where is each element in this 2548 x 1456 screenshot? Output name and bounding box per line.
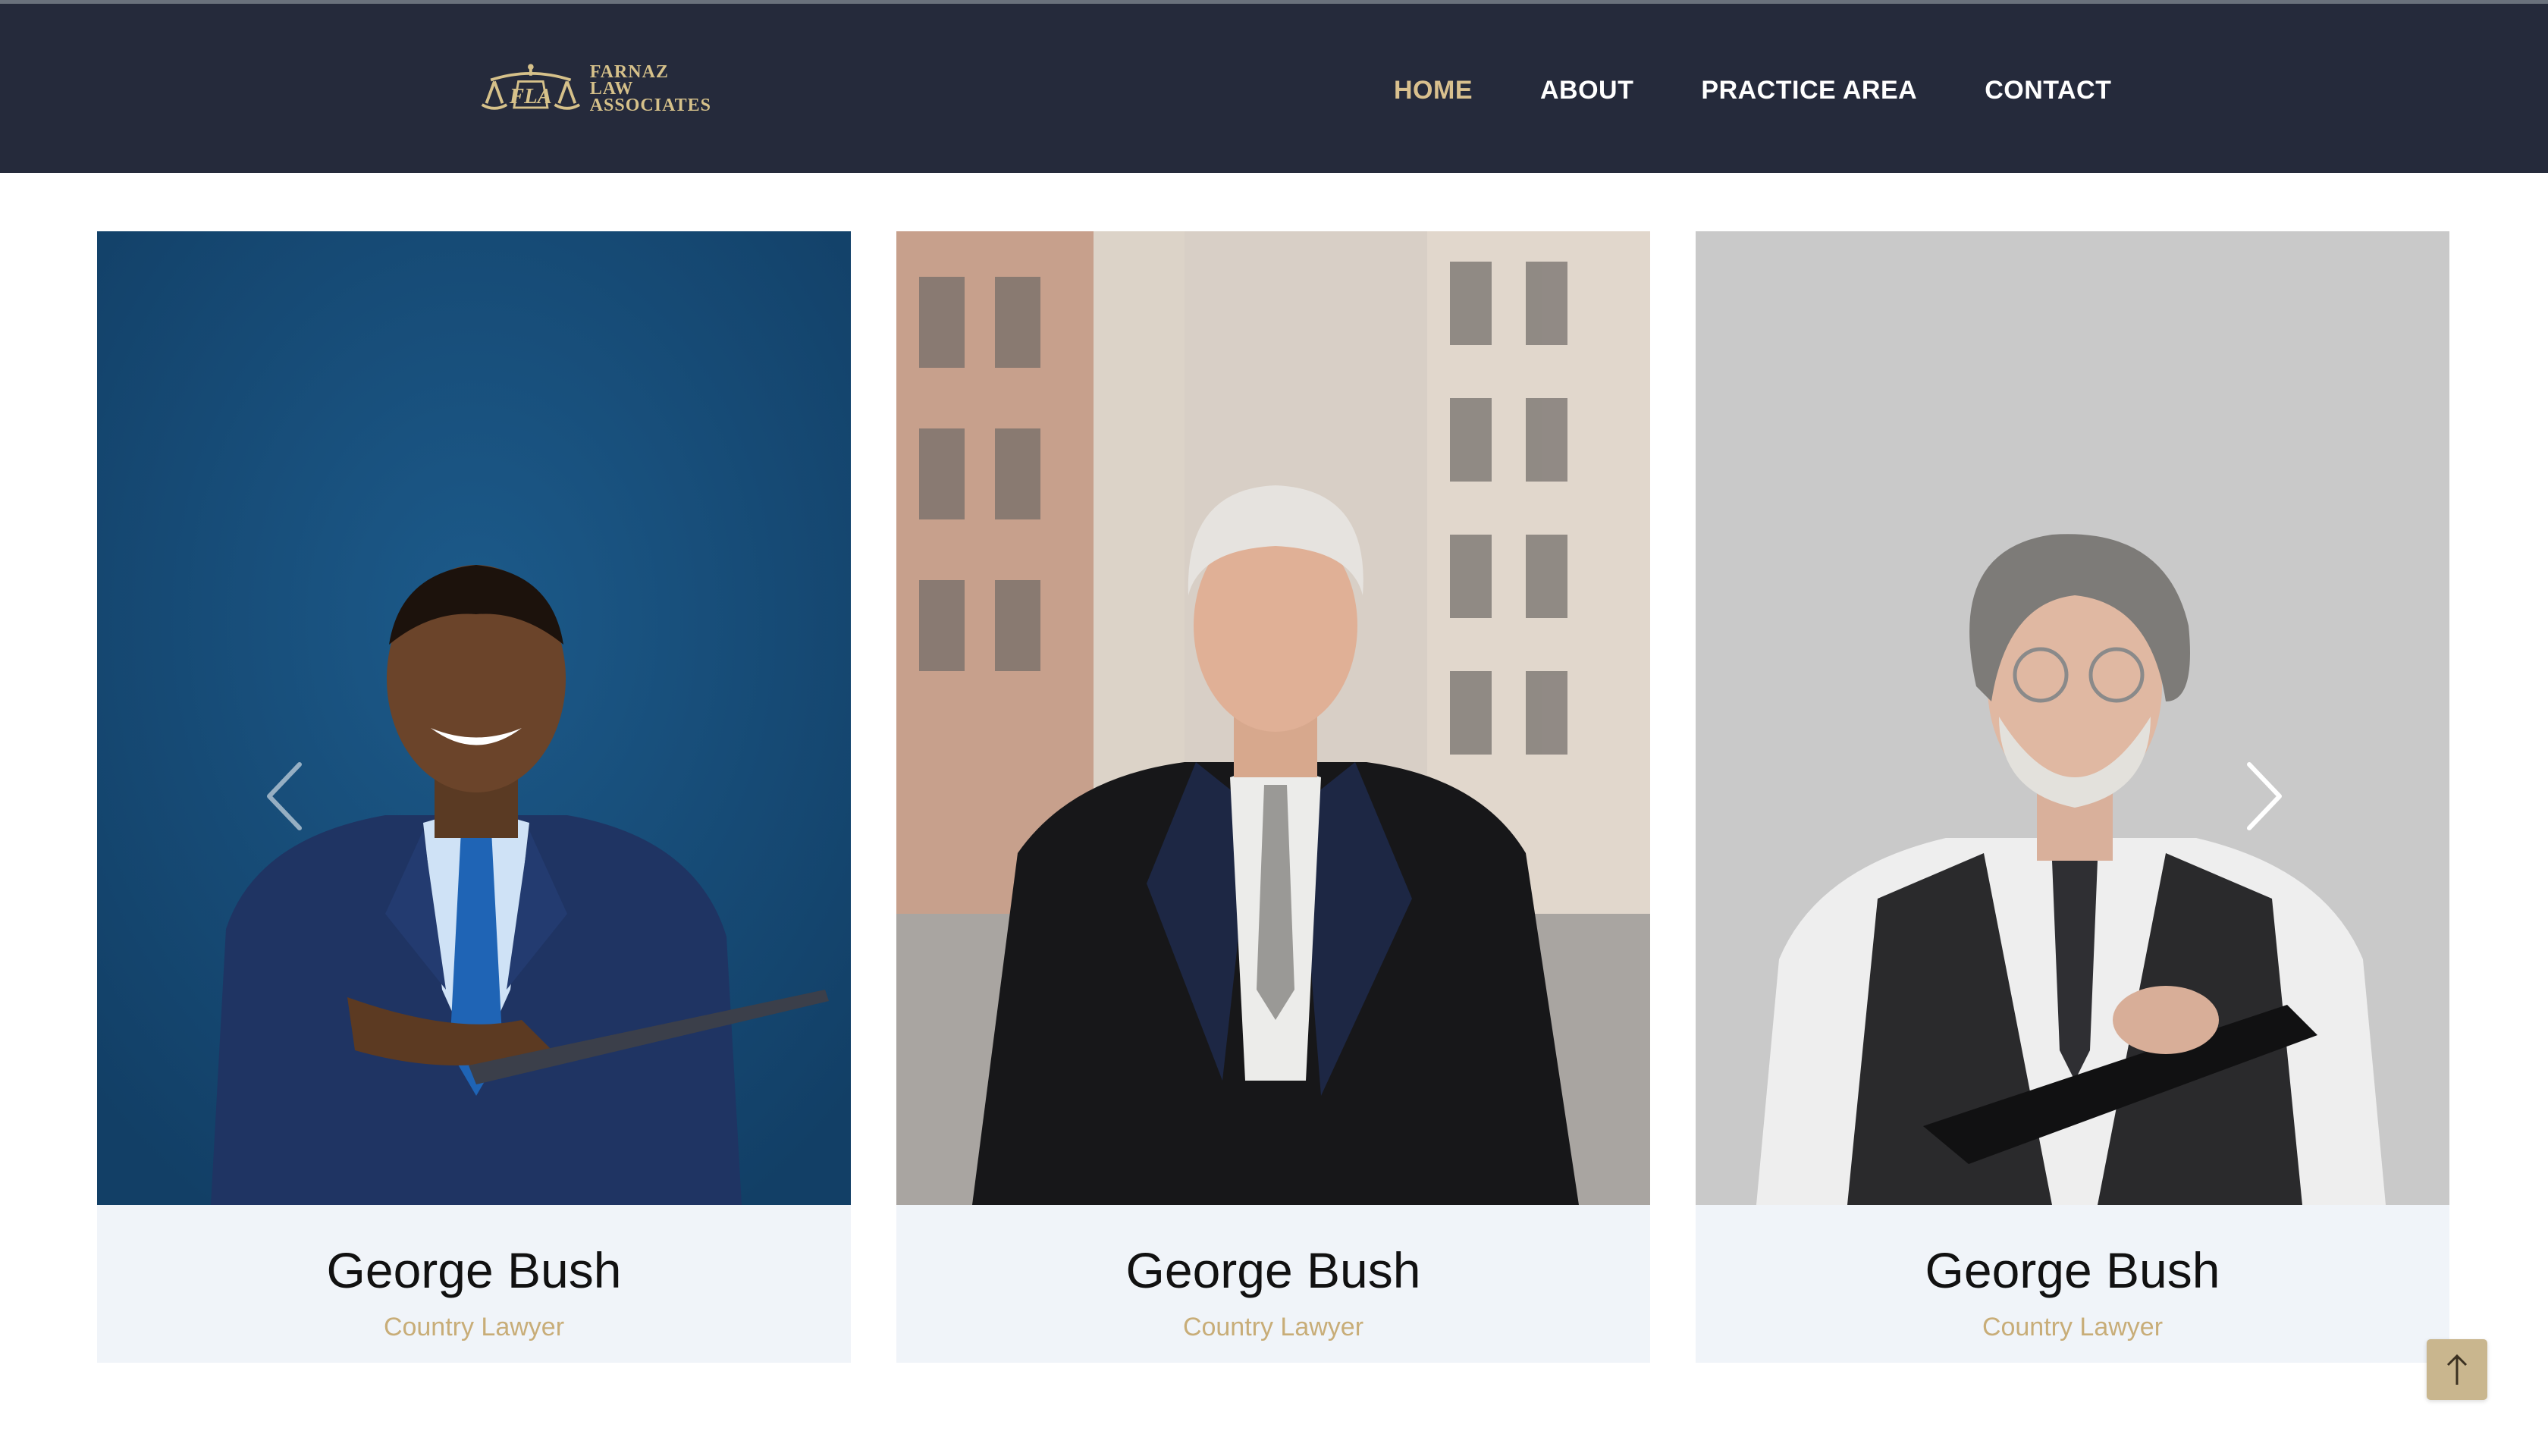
- lawyer-role: Country Lawyer: [1182, 1313, 1364, 1341]
- lawyer-name: George Bush: [326, 1242, 622, 1298]
- carousel-prev-button[interactable]: [262, 758, 307, 834]
- team-card-info: George Bush Country Lawyer: [1696, 1205, 2449, 1363]
- logo-line-2: LAW: [589, 79, 634, 99]
- team-card-info: George Bush Country Lawyer: [896, 1205, 1650, 1363]
- lawyer-photo-vest-clipboard: [1696, 231, 2449, 1205]
- site-header: FLA FARNAZ LAW ASSOCIATES HOME ABOUT PRA…: [0, 4, 2548, 173]
- nav-contact[interactable]: CONTACT: [1985, 76, 2111, 105]
- nav-practice-area[interactable]: PRACTICE AREA: [1701, 76, 1917, 105]
- team-card[interactable]: George Bush Country Lawyer: [97, 231, 851, 1363]
- chevron-left-icon: [267, 762, 302, 830]
- site-logo[interactable]: FLA FARNAZ LAW ASSOCIATES: [476, 58, 711, 119]
- logo-line-3: ASSOCIATES: [589, 96, 711, 115]
- lawyer-photo-black-coat-street: [896, 231, 1650, 1205]
- scales-of-justice-icon: FLA: [481, 64, 581, 110]
- team-card[interactable]: George Bush Country Lawyer: [896, 231, 1650, 1363]
- nav-home[interactable]: HOME: [1394, 76, 1473, 105]
- lawyer-role: Country Lawyer: [383, 1313, 565, 1341]
- logo-monogram: FLA: [509, 84, 552, 108]
- lawyer-name: George Bush: [1925, 1242, 2220, 1298]
- team-card-info: George Bush Country Lawyer: [97, 1205, 851, 1363]
- carousel-next-button[interactable]: [2242, 758, 2287, 834]
- main-nav: HOME ABOUT PRACTICE AREA CONTACT: [1394, 72, 2111, 108]
- logo-wordmark: FARNAZ LAW ASSOCIATES: [589, 62, 711, 115]
- logo-line-1: FARNAZ: [589, 62, 669, 82]
- lawyer-role: Country Lawyer: [1982, 1313, 2164, 1341]
- lawyer-photo-blue-suit-tablet: [97, 231, 851, 1205]
- back-to-top-button[interactable]: [2427, 1339, 2487, 1400]
- nav-about[interactable]: ABOUT: [1540, 76, 1633, 105]
- lawyer-name: George Bush: [1125, 1242, 1421, 1298]
- chevron-right-icon: [2247, 762, 2282, 830]
- arrow-up-icon: [2446, 1354, 2468, 1385]
- team-card[interactable]: George Bush Country Lawyer: [1696, 231, 2449, 1363]
